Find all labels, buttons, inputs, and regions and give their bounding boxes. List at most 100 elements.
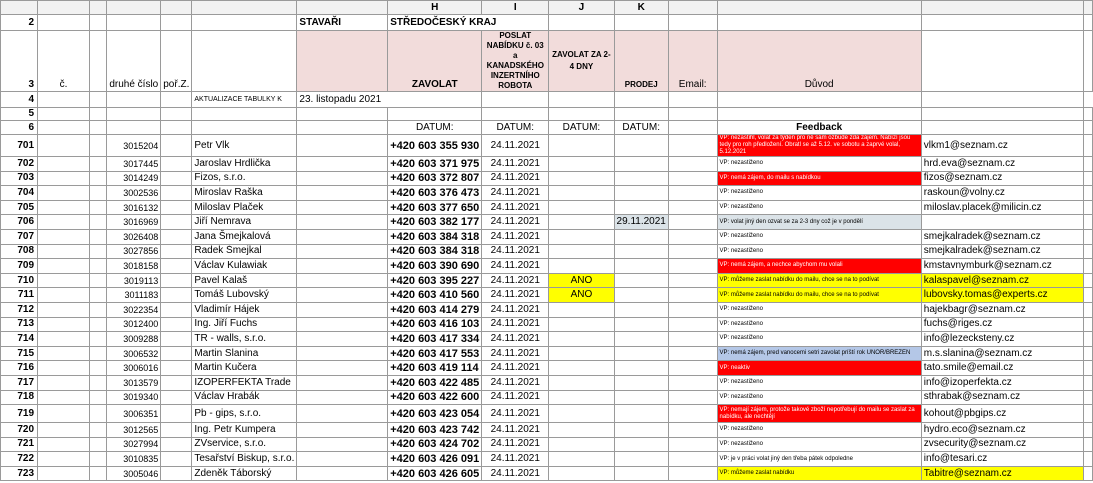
email-cell[interactable]: zvsecurity@seznam.cz <box>920 436 1084 453</box>
phone-cell[interactable]: +420 603 423 054 <box>387 404 483 424</box>
zavolat-24-cell[interactable] <box>613 389 669 406</box>
email-cell[interactable]: info@tesari.cz <box>920 451 1084 467</box>
name-cell[interactable]: Tomáš Lubovský <box>191 287 298 303</box>
poslat-cell[interactable] <box>548 316 615 333</box>
name-cell[interactable]: Martin Slanina <box>191 345 298 362</box>
email-cell[interactable]: info@izoperfekta.cz <box>920 374 1084 391</box>
row-number[interactable]: 4 <box>0 91 39 108</box>
column-header-h[interactable]: H <box>387 0 483 15</box>
phone-cell[interactable]: +420 603 417 334 <box>387 331 483 347</box>
feedback-cell[interactable]: VP: je v práci volat jiný den třeba páte… <box>716 451 922 467</box>
feedback-cell[interactable]: VP: nezastiženo <box>716 243 922 260</box>
row-number[interactable]: 6 <box>0 120 39 135</box>
prodej-cell[interactable] <box>667 170 718 187</box>
prodej-cell[interactable] <box>667 465 718 482</box>
code-cell[interactable]: 3014249 <box>106 170 162 187</box>
name-cell[interactable]: Zdeněk Táborský <box>191 465 298 482</box>
code-cell[interactable]: 3015204 <box>106 134 162 157</box>
zavolat-24-cell[interactable] <box>613 374 669 391</box>
phone-cell[interactable]: +420 603 410 560 <box>387 287 483 303</box>
column-header-j[interactable]: J <box>548 0 615 15</box>
zavolat-date-cell[interactable]: 24.11.2021 <box>481 214 550 230</box>
row-number[interactable]: 711 <box>0 287 39 303</box>
zavolat-date-cell[interactable]: 24.11.2021 <box>481 134 550 157</box>
zavolat-date-cell[interactable]: 24.11.2021 <box>481 422 550 438</box>
zavolat-24-cell[interactable] <box>613 156 669 172</box>
feedback-cell[interactable]: VP: nemá zájem, pred vanocemi setri zavo… <box>716 345 922 362</box>
phone-cell[interactable]: +420 603 390 690 <box>387 258 483 274</box>
poslat-cell[interactable] <box>548 436 615 453</box>
code-cell[interactable]: 3013579 <box>106 374 162 391</box>
email-cell[interactable]: m.s.slanina@seznam.cz <box>920 345 1084 362</box>
phone-cell[interactable]: +420 603 376 473 <box>387 185 483 201</box>
poslat-cell[interactable] <box>548 331 615 347</box>
zavolat-date-cell[interactable]: 24.11.2021 <box>481 331 550 347</box>
feedback-cell[interactable]: VP: volat jiný den ozvat se za 2-3 dny c… <box>716 214 922 230</box>
prodej-cell[interactable] <box>667 360 718 376</box>
code-cell[interactable]: 3022354 <box>106 301 162 318</box>
name-cell[interactable]: Ing. Jiří Fuchs <box>191 316 298 333</box>
feedback-cell[interactable]: VP: nezastiženo <box>716 436 922 453</box>
name-cell[interactable]: Václav Kulawiak <box>191 258 298 274</box>
code-cell[interactable]: 3009288 <box>106 331 162 347</box>
zavolat-date-cell[interactable]: 24.11.2021 <box>481 243 550 260</box>
poslat-cell[interactable] <box>548 422 615 438</box>
row-number[interactable]: 707 <box>0 228 39 245</box>
zavolat-24-cell[interactable] <box>613 436 669 453</box>
prodej-cell[interactable] <box>667 345 718 362</box>
prodej-cell[interactable] <box>667 199 718 216</box>
phone-cell[interactable]: +420 603 414 279 <box>387 301 483 318</box>
column-header-k[interactable]: K <box>613 0 669 15</box>
zavolat-date-cell[interactable]: 24.11.2021 <box>481 258 550 274</box>
zavolat-24-cell[interactable] <box>613 287 669 303</box>
prodej-cell[interactable] <box>667 156 718 172</box>
poslat-cell[interactable] <box>548 389 615 406</box>
email-cell[interactable]: Tabitre@seznam.cz <box>920 465 1084 482</box>
prodej-cell[interactable] <box>667 272 718 289</box>
prodej-cell[interactable] <box>667 374 718 391</box>
header-zavolat-24[interactable]: ZAVOLAT ZA 2-4 DNY <box>548 30 615 92</box>
prodej-cell[interactable] <box>667 316 718 333</box>
name-cell[interactable]: Ing. Petr Kumpera <box>191 422 298 438</box>
phone-cell[interactable]: +420 603 419 114 <box>387 360 483 376</box>
zavolat-date-cell[interactable]: 24.11.2021 <box>481 404 550 424</box>
header-poz[interactable]: poř.Z. <box>160 30 193 92</box>
update-label[interactable]: AKTUALIZACE TABULKY K <box>191 91 298 108</box>
poslat-cell[interactable] <box>548 404 615 424</box>
header-prodej[interactable]: PRODEJ <box>613 30 669 92</box>
zavolat-date-cell[interactable]: 24.11.2021 <box>481 451 550 467</box>
code-cell[interactable]: 3019113 <box>106 272 162 289</box>
phone-cell[interactable]: +420 603 355 930 <box>387 134 483 157</box>
stavari-title[interactable]: STAVAŘI <box>296 14 389 31</box>
code-cell[interactable]: 3016132 <box>106 199 162 216</box>
phone-cell[interactable]: +420 603 426 605 <box>387 465 483 482</box>
poslat-cell[interactable] <box>548 134 615 157</box>
phone-cell[interactable]: +420 603 372 807 <box>387 170 483 187</box>
zavolat-date-cell[interactable]: 24.11.2021 <box>481 228 550 245</box>
code-cell[interactable]: 3010835 <box>106 451 162 467</box>
zavolat-24-cell[interactable] <box>613 465 669 482</box>
zavolat-date-cell[interactable]: 24.11.2021 <box>481 170 550 187</box>
row-number[interactable]: 701 <box>0 134 39 157</box>
zavolat-24-cell[interactable] <box>613 301 669 318</box>
poslat-cell[interactable] <box>548 258 615 274</box>
row-number[interactable]: 706 <box>0 214 39 230</box>
phone-cell[interactable]: +420 603 423 742 <box>387 422 483 438</box>
zavolat-date-cell[interactable]: 24.11.2021 <box>481 316 550 333</box>
code-cell[interactable]: 3026408 <box>106 228 162 245</box>
feedback-cell[interactable]: VP: nezastiženo <box>716 185 922 201</box>
poslat-cell[interactable] <box>548 199 615 216</box>
feedback-cell[interactable]: VP: můžeme zaslat nabídku <box>716 465 922 482</box>
row-number[interactable]: 722 <box>0 451 39 467</box>
poslat-cell[interactable] <box>548 451 615 467</box>
zavolat-24-cell[interactable] <box>613 243 669 260</box>
header-poslat[interactable]: POSLAT NABÍDKU č. 03 a KANADSKÉHO INZERT… <box>481 30 550 92</box>
prodej-cell[interactable] <box>667 422 718 438</box>
name-cell[interactable]: Pb - gips, s.r.o. <box>191 404 298 424</box>
code-cell[interactable]: 3012565 <box>106 422 162 438</box>
poslat-cell[interactable] <box>548 214 615 230</box>
row-number[interactable]: 712 <box>0 301 39 318</box>
email-cell[interactable]: smejkalradek@seznam.cz <box>920 228 1084 245</box>
phone-cell[interactable]: +420 603 424 702 <box>387 436 483 453</box>
feedback-cell[interactable]: VP: nezastiženo <box>716 422 922 438</box>
